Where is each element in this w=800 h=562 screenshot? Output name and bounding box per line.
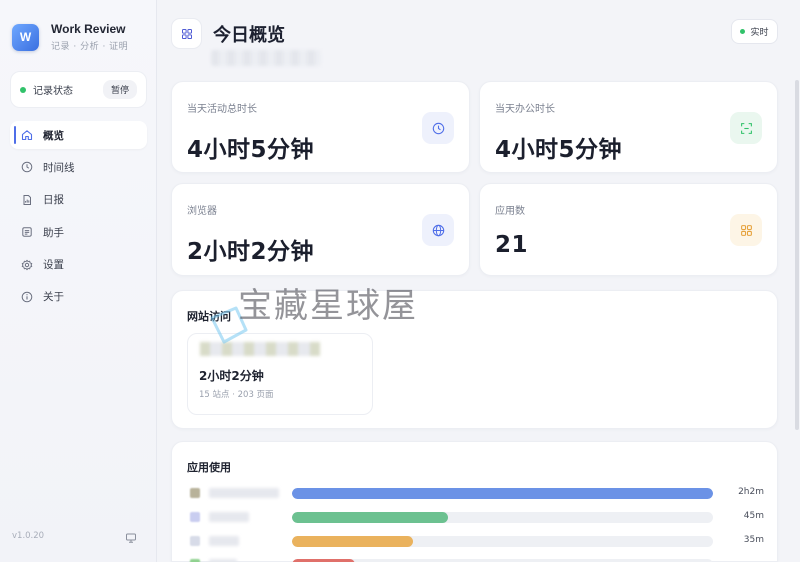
- usage-time: 45m: [743, 511, 764, 521]
- stat-card-app-count: 应用数 21: [479, 183, 778, 276]
- usage-bar-fill: [292, 536, 413, 547]
- gear-icon: [21, 259, 33, 271]
- sidebar-item-label: 设置: [43, 259, 64, 272]
- watermark-text: 宝藏星球屋: [238, 286, 418, 326]
- record-status-card: 记录状态 暂停: [10, 71, 147, 108]
- sidebar-item-overview[interactable]: 概览: [10, 121, 147, 149]
- assistant-icon: [21, 226, 33, 238]
- globe-icon: [422, 214, 454, 246]
- app-icon: [190, 536, 200, 546]
- report-icon: [21, 194, 33, 206]
- sidebar-item-label: 概览: [43, 129, 64, 142]
- sidebar-item-label: 关于: [43, 291, 64, 304]
- app-name-blurred: [209, 512, 249, 522]
- stat-value: 4小时5分钟: [187, 137, 315, 163]
- stat-card-browser: 浏览器 2小时2分钟: [171, 183, 470, 276]
- sidebar-item-label: 时间线: [43, 161, 75, 174]
- stat-card-total-activity: 当天活动总时长 4小时5分钟: [171, 81, 470, 173]
- sidebar-nav: 概览 时间线 日报 助手 设置 关于: [10, 121, 147, 315]
- app-icon: [190, 512, 200, 522]
- usage-bar-fill: [292, 488, 713, 499]
- stat-value: 2小时2分钟: [187, 239, 315, 265]
- pause-button[interactable]: 暂停: [102, 80, 137, 99]
- main-scrollbar[interactable]: [795, 80, 799, 430]
- usage-bar-fill: [292, 512, 448, 523]
- sidebar: W Work Review 记录 · 分析 · 证明 记录状态 暂停 概览 时间…: [0, 0, 157, 562]
- stat-label: 当天办公时长: [495, 104, 555, 115]
- usage-time: 35m: [743, 535, 764, 545]
- sidebar-item-assistant[interactable]: 助手: [10, 218, 147, 246]
- app-usage-card: 应用使用 2h2m 45m 35m: [171, 441, 778, 562]
- scan-icon: [730, 112, 762, 144]
- sidebar-item-settings[interactable]: 设置: [10, 251, 147, 279]
- app-usage-row[interactable]: 45m: [187, 510, 764, 524]
- sidebar-item-about[interactable]: 关于: [10, 283, 147, 311]
- stat-label: 浏览器: [187, 206, 217, 217]
- overview-grid-icon: [171, 18, 202, 49]
- stat-value: 4小时5分钟: [495, 137, 623, 163]
- app-icon: [190, 488, 200, 498]
- app-name-blurred: [209, 488, 279, 498]
- live-status-dot: [740, 29, 746, 34]
- stat-label: 应用数: [495, 206, 525, 217]
- sidebar-item-timeline[interactable]: 时间线: [10, 153, 147, 181]
- clock-icon: [422, 112, 454, 144]
- app-usage-row[interactable]: [187, 557, 764, 562]
- stat-label: 当天活动总时长: [187, 104, 257, 115]
- sidebar-item-label: 日报: [43, 194, 64, 207]
- usage-time: 2h2m: [738, 487, 764, 497]
- live-toggle-button[interactable]: 实时: [731, 19, 778, 44]
- info-icon: [21, 291, 33, 303]
- app-logo: W: [12, 23, 39, 51]
- usage-bar-track: [292, 536, 713, 547]
- clock-icon: [21, 161, 33, 173]
- date-subtitle-blurred: [211, 50, 321, 66]
- usage-bar-track: [292, 512, 713, 523]
- stat-value: 21: [495, 232, 529, 258]
- section-title: 应用使用: [187, 461, 231, 474]
- live-label: 实时: [750, 28, 769, 38]
- record-status-label: 记录状态: [33, 86, 73, 97]
- usage-bar-track: [292, 488, 713, 499]
- website-meta: 15 站点 · 203 页面: [199, 390, 274, 400]
- stat-card-office-time: 当天办公时长 4小时5分钟: [479, 81, 778, 173]
- brand-subtitle: 记录 · 分析 · 证明: [51, 42, 129, 52]
- apps-icon: [730, 214, 762, 246]
- version-label: v1.0.20: [12, 531, 45, 541]
- brand: W Work Review 记录 · 分析 · 证明: [12, 22, 128, 52]
- app-name-blurred: [209, 536, 239, 546]
- sidebar-item-daily-report[interactable]: 日报: [10, 186, 147, 214]
- sidebar-item-label: 助手: [43, 226, 64, 239]
- page-title: 今日概览: [213, 25, 285, 46]
- website-time: 2小时2分钟: [199, 369, 264, 383]
- brand-title: Work Review: [51, 22, 126, 36]
- app-usage-row[interactable]: 35m: [187, 534, 764, 548]
- monitor-icon[interactable]: [125, 529, 137, 543]
- record-status-dot: [20, 86, 26, 93]
- app-usage-row[interactable]: 2h2m: [187, 486, 764, 500]
- home-icon: [21, 129, 33, 141]
